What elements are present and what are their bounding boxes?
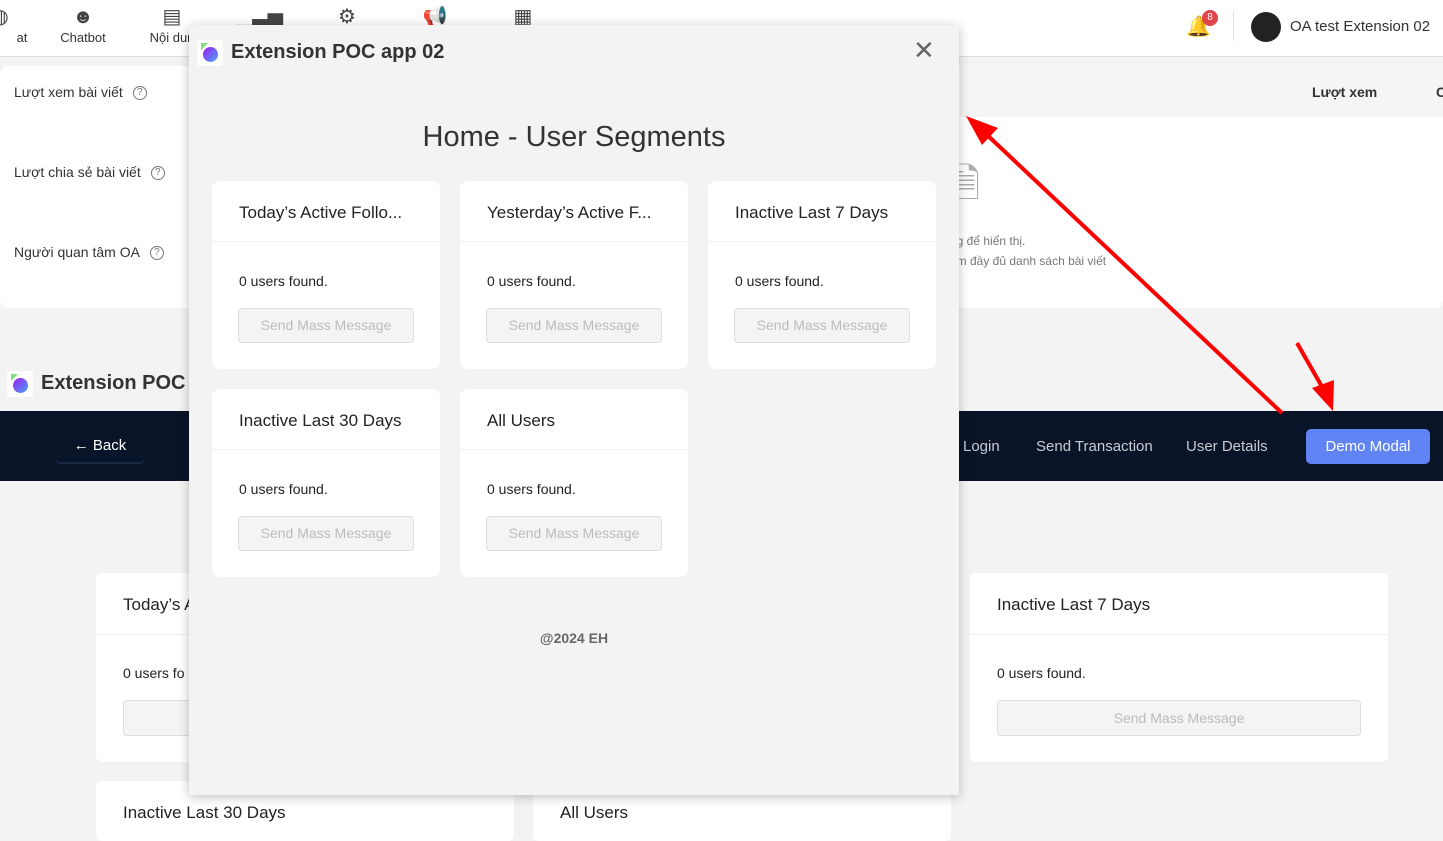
app-title: Extension POC bbox=[41, 372, 186, 394]
nav-login[interactable]: Login bbox=[963, 438, 1000, 455]
help-icon[interactable]: ? bbox=[150, 166, 165, 181]
segment-card: Today’s Active Follo... 0 users found. Sen… bbox=[212, 181, 440, 369]
send-mass-message-button[interactable]: Send Mass Message bbox=[486, 308, 662, 343]
send-mass-message-button[interactable]: Send Mass Message bbox=[238, 308, 414, 343]
stat-followers: Người quan tâm OA? bbox=[14, 244, 164, 261]
nav-send-transaction[interactable]: Send Transaction bbox=[1036, 438, 1153, 455]
nav-user-details[interactable]: User Details bbox=[1186, 438, 1268, 455]
app-logo-icon bbox=[7, 371, 33, 397]
close-icon[interactable]: ✕ bbox=[913, 35, 935, 66]
modal-dialog: Extension POC app 02 ✕ Home - User Segme… bbox=[189, 25, 959, 795]
app-logo-icon bbox=[197, 40, 223, 66]
nav-chat[interactable]: ◍at bbox=[0, 4, 40, 45]
segment-card: Inactive Last 30 Days 0 users found. Send … bbox=[212, 389, 440, 577]
send-mass-message-button[interactable]: Send Mass Message bbox=[734, 308, 910, 343]
stat-views: Lượt xem bài viết? bbox=[14, 84, 147, 101]
help-icon[interactable]: ? bbox=[132, 86, 147, 101]
segment-card: Yesterday’s Active F... 0 users found. Sen… bbox=[460, 181, 688, 369]
notification-badge: 8 bbox=[1202, 10, 1218, 26]
account-name[interactable]: OA test Extension 02 bbox=[1290, 18, 1430, 35]
chat-icon: ◍ bbox=[0, 4, 40, 30]
send-mass-message-button[interactable]: Send Mass Message bbox=[238, 516, 414, 551]
avatar[interactable] bbox=[1251, 12, 1281, 42]
send-mass-message-button[interactable]: Send Mass Message bbox=[486, 516, 662, 551]
segment-card: Inactive Last 7 Days 0 users found. Send M… bbox=[708, 181, 936, 369]
segment-card: All Users 0 users found. Send Mass Message bbox=[460, 389, 688, 577]
help-icon[interactable]: ? bbox=[149, 246, 164, 261]
empty-text: em đầy đủ danh sách bài viết bbox=[950, 254, 1107, 268]
demo-modal-button[interactable]: Demo Modal bbox=[1306, 429, 1430, 464]
arrow-left-icon: ← bbox=[73, 437, 93, 454]
empty-text: ng để hiển thị. bbox=[950, 234, 1026, 248]
robot-icon: ☻ bbox=[72, 6, 94, 28]
column-header-2[interactable]: C bbox=[1436, 84, 1443, 100]
page-heading: Home - User Segments bbox=[422, 121, 726, 153]
divider bbox=[1233, 11, 1234, 41]
column-header-views[interactable]: Lượt xem bbox=[1312, 84, 1377, 100]
send-mass-message-button[interactable]: Send Mass Message bbox=[997, 700, 1361, 736]
nav-chatbot[interactable]: ☻ Chatbot bbox=[43, 4, 123, 45]
segment-card: Inactive Last 7 Days 0 users found. Send M… bbox=[970, 573, 1388, 762]
modal-title: Extension POC app 02 bbox=[231, 41, 445, 63]
footer-text: @2024 EH bbox=[539, 630, 609, 646]
back-button[interactable]: ← Back bbox=[55, 430, 145, 464]
stat-shares: Lượt chia sẻ bài viết? bbox=[14, 164, 165, 181]
